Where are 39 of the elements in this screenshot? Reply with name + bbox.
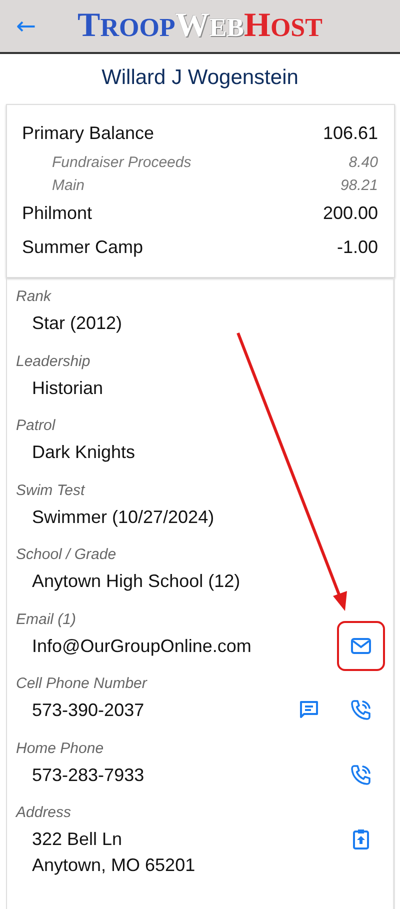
field-label: Home Phone	[16, 738, 105, 758]
field-value: 573-283-7933	[31, 764, 144, 786]
balance-label: Fundraiser Proceeds	[52, 154, 192, 171]
field-label: Address	[16, 803, 72, 823]
chat-icon	[299, 700, 319, 720]
balance-amount: 98.21	[340, 177, 378, 194]
field-label: Leadership	[16, 352, 92, 372]
phone-call-icon	[350, 699, 372, 721]
field-value: Anytown High School (12)	[31, 570, 240, 593]
field-value: 573-390-2037	[31, 699, 144, 722]
field-label: Patrol	[16, 416, 56, 436]
email-button[interactable]	[337, 620, 385, 670]
mail-icon	[350, 636, 372, 654]
balance-label: Philmont	[22, 203, 92, 224]
balance-amount: 8.40	[348, 154, 378, 171]
field-label: School / Grade	[16, 545, 118, 565]
balance-amount: 200.00	[322, 203, 378, 224]
field-value: Star (2012)	[31, 312, 122, 335]
field-value: Info@OurGroupOnline.com	[31, 634, 252, 658]
balance-amount: -1.00	[336, 237, 378, 258]
field-value: 322 Bell Ln Anytown, MO 65201	[31, 828, 196, 877]
field-label: Swim Test	[16, 480, 86, 500]
field-value: Swimmer (10/27/2024)	[31, 506, 214, 529]
clipboard-upload-icon	[352, 828, 370, 850]
balance-label: Main	[52, 177, 85, 194]
balance-label: Summer Camp	[22, 237, 144, 258]
field-label: Email (1)	[16, 610, 78, 630]
balance-label: Primary Balance	[22, 123, 154, 144]
logo-word: TROOP	[78, 13, 176, 42]
phone-call-icon	[350, 764, 372, 786]
logo-word: HOST	[244, 13, 322, 42]
field-value: Dark Knights	[31, 441, 136, 464]
balance-amount: 106.61	[322, 123, 378, 144]
member-name: Willard J Wogenstein	[100, 65, 300, 91]
field-label: Cell Phone Number	[16, 674, 148, 694]
field-label: Rank	[16, 287, 52, 307]
logo-word: WEB	[175, 13, 244, 42]
back-button[interactable]: ←	[10, 8, 42, 44]
field-value: Historian	[31, 376, 104, 400]
